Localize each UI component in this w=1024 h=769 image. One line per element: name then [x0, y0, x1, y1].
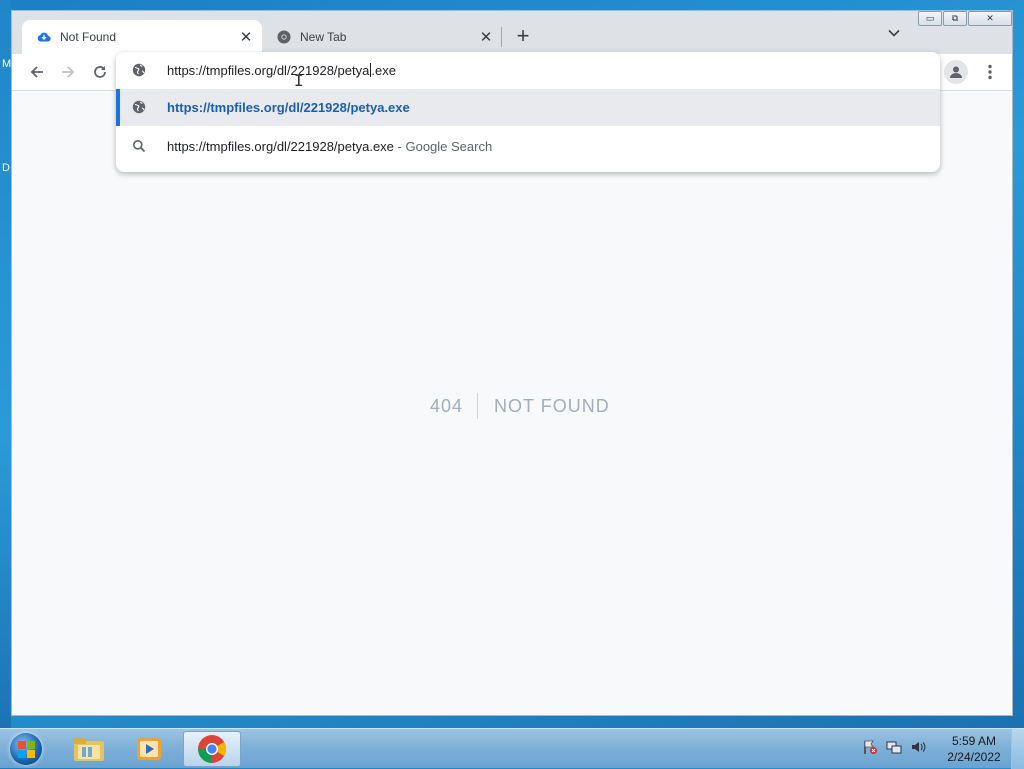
- globe-icon: [132, 63, 146, 82]
- desktop-icon-label[interactable]: D: [2, 162, 10, 174]
- profile-avatar-button[interactable]: [944, 60, 968, 84]
- suggestion-text: https://tmpfiles.org/dl/221928/petya.exe: [167, 100, 410, 115]
- desktop-icon-label[interactable]: M: [2, 58, 11, 70]
- forward-button[interactable]: [55, 59, 81, 85]
- reload-button[interactable]: [87, 59, 113, 85]
- reload-icon: [94, 66, 106, 78]
- window-controls: ▭ ⧉ ✕: [917, 11, 1012, 27]
- back-arrow-icon: [30, 66, 43, 78]
- taskbar-chrome[interactable]: [183, 731, 241, 767]
- menu-button[interactable]: [980, 60, 1000, 84]
- tab-not-found[interactable]: Not Found ✕: [22, 20, 262, 54]
- show-desktop-button[interactable]: [1011, 729, 1024, 769]
- chrome-icon: [198, 735, 226, 763]
- action-center-flag-icon[interactable]: [862, 739, 878, 755]
- globe-icon: [132, 100, 146, 119]
- tab-new-tab[interactable]: New Tab ✕: [262, 20, 502, 54]
- omnibox-suggestion-url[interactable]: https://tmpfiles.org/dl/221928/petya.exe: [116, 89, 940, 126]
- address-input-text[interactable]: https://tmpfiles.org/dl/221928/petya .exe: [167, 63, 396, 78]
- error-text: NOT FOUND: [494, 395, 610, 416]
- close-icon[interactable]: ✕: [476, 27, 496, 47]
- chevron-down-icon: [888, 29, 900, 37]
- error-code: 404: [430, 393, 479, 419]
- tab-strip: Not Found ✕ New Tab ✕ + ▭ ⧉ ✕: [12, 11, 1012, 54]
- taskbar-media-player[interactable]: [120, 731, 178, 767]
- more-vert-icon: [988, 64, 992, 80]
- tab-search-button[interactable]: [884, 25, 904, 45]
- maximize-button[interactable]: ⧉: [943, 11, 967, 26]
- taskbar-clock[interactable]: 5:59 AM 2/24/2022: [944, 733, 1004, 765]
- tab-title: New Tab: [300, 30, 347, 44]
- omnibox-suggestion-search[interactable]: https://tmpfiles.org/dl/221928/petya.exe…: [116, 128, 940, 165]
- omnibox-dropdown: https://tmpfiles.org/dl/221928/petya .exe…: [116, 52, 940, 172]
- close-window-button[interactable]: ✕: [968, 11, 1012, 26]
- minimize-button[interactable]: ▭: [918, 11, 942, 26]
- cloud-icon: [36, 29, 52, 45]
- network-icon[interactable]: [886, 739, 902, 755]
- taskbar: 5:59 AM 2/24/2022: [0, 728, 1024, 769]
- mouse-cursor: I: [294, 71, 304, 90]
- new-tab-button[interactable]: +: [510, 25, 536, 49]
- back-button[interactable]: [24, 59, 50, 85]
- not-found-message: 404 NOT FOUND: [430, 391, 610, 421]
- forward-arrow-icon: [62, 66, 75, 78]
- suggestion-text: https://tmpfiles.org/dl/221928/petya.exe…: [167, 139, 493, 154]
- address-bar[interactable]: https://tmpfiles.org/dl/221928/petya .exe: [116, 52, 940, 89]
- person-icon: [950, 66, 962, 78]
- clock-time: 5:59 AM: [951, 734, 997, 748]
- chrome-icon: [276, 29, 292, 45]
- system-tray: [862, 739, 926, 755]
- start-button[interactable]: [6, 731, 46, 767]
- windows-logo-icon: [18, 741, 35, 758]
- tab-separator: [501, 27, 502, 47]
- clock-date: 2/24/2022: [947, 750, 1001, 764]
- search-icon: [132, 139, 146, 158]
- desktop-background: M D: [0, 0, 11, 728]
- close-icon[interactable]: ✕: [236, 27, 256, 47]
- media-player-icon: [137, 738, 161, 760]
- volume-icon[interactable]: [910, 739, 926, 755]
- tab-title: Not Found: [60, 30, 117, 44]
- file-explorer-icon: [74, 738, 104, 761]
- taskbar-file-explorer[interactable]: [60, 731, 118, 767]
